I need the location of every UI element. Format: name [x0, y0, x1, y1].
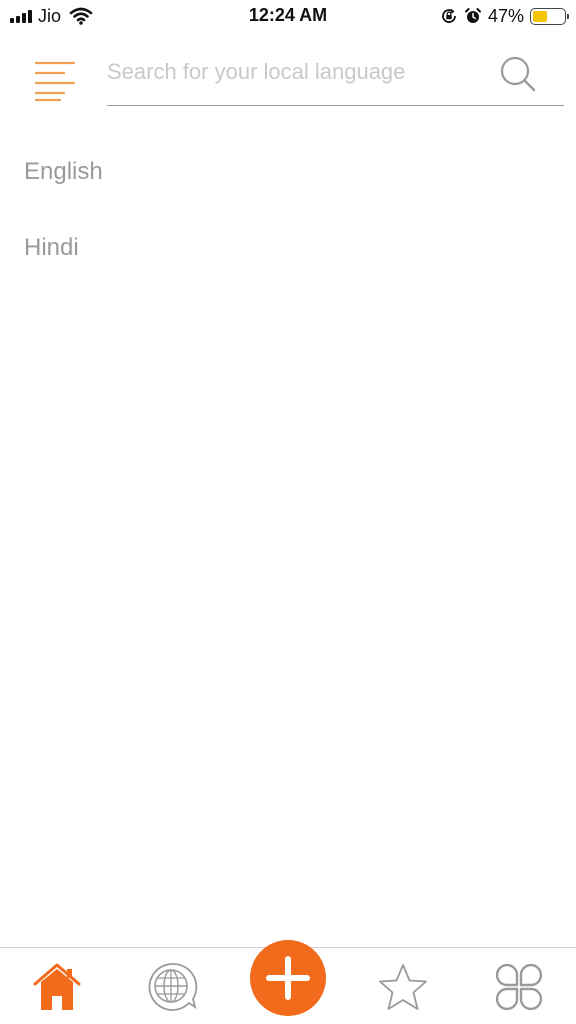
search-button[interactable]: [498, 54, 538, 94]
menu-icon: [34, 61, 76, 102]
star-icon: [379, 963, 427, 1010]
battery-icon: [530, 7, 569, 25]
search-icon: [500, 56, 536, 92]
globe-chat-icon: [148, 962, 198, 1011]
alarm-icon: [464, 8, 481, 23]
home-icon: [33, 963, 81, 1010]
add-icon: [266, 956, 310, 1000]
orientation-lock-icon: [442, 8, 456, 23]
apps-icon: [495, 963, 543, 1010]
menu-button[interactable]: [30, 58, 80, 106]
tab-home[interactable]: [18, 948, 96, 1024]
tab-favorites[interactable]: [364, 948, 442, 1024]
language-list: English Hindi: [24, 150, 544, 302]
status-bar-right: 47%: [440, 5, 569, 27]
language-item-hindi[interactable]: Hindi: [24, 226, 544, 302]
status-bar: Jio 12:24 AM 47%: [0, 0, 576, 32]
language-item-english[interactable]: English: [24, 150, 544, 226]
tab-languages[interactable]: [134, 948, 212, 1024]
tab-apps[interactable]: [480, 948, 558, 1024]
battery-percentage: 47%: [487, 5, 524, 26]
language-search-input[interactable]: [107, 54, 487, 90]
battery-level-fill: [533, 10, 548, 22]
search-bar: [107, 48, 564, 106]
add-button[interactable]: [250, 940, 326, 1016]
